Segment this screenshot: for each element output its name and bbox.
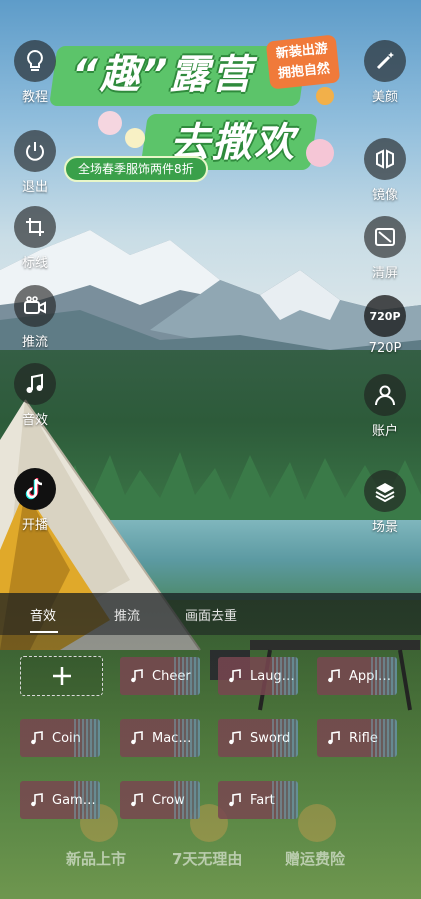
tutorial-label: 教程 (21, 90, 48, 105)
tab-sound-effects[interactable]: 音效 (30, 605, 56, 624)
mirror-label: 镜像 (371, 188, 398, 203)
music-note-icon (131, 731, 143, 745)
waveform (74, 781, 100, 819)
bg-tag-insurance: 赠运费险 (285, 850, 346, 868)
sound-effect-tile[interactable]: Sword (218, 719, 298, 757)
sound-effect-tile[interactable]: Rifle (317, 719, 397, 757)
bg-tag-new: 新品上市 (66, 850, 127, 868)
mirror-icon (364, 138, 406, 180)
waveform (174, 719, 200, 757)
account-label: 账户 (371, 424, 398, 439)
music-note-icon (31, 731, 43, 745)
bg-tag-return: 7天无理由 (172, 850, 243, 868)
music-note-icon (131, 669, 143, 683)
user-icon (364, 374, 406, 416)
account-button[interactable]: 账户 (355, 374, 415, 439)
stream-label: 推流 (21, 335, 48, 350)
tab-stream[interactable]: 推流 (114, 605, 140, 624)
resolution-button[interactable]: 720P 720P (355, 295, 415, 356)
sound-effect-tile[interactable]: Coin (20, 719, 100, 757)
mirror-button[interactable]: 镜像 (355, 138, 415, 203)
scene-button[interactable]: 场景 (355, 470, 415, 535)
resolution-icon: 720P (364, 295, 406, 337)
tiktok-icon (14, 468, 56, 510)
music-note-icon (31, 793, 43, 807)
beauty-button[interactable]: 美颜 (355, 40, 415, 105)
sound-effect-label: 音效 (21, 413, 48, 428)
promo-subtitle: 全场春季服饰两件8折 (64, 156, 208, 182)
waveform (174, 781, 200, 819)
go-live-button[interactable]: 开播 (5, 468, 65, 533)
music-note-icon (14, 363, 56, 405)
sound-effect-tile[interactable]: Fart (218, 781, 298, 819)
power-icon (14, 130, 56, 172)
music-note-icon (328, 669, 340, 683)
panel-tabs: 音效 推流 画面去重 (0, 593, 421, 635)
tab-dedupe[interactable]: 画面去重 (185, 605, 237, 624)
guideline-label: 标线 (21, 256, 48, 271)
resolution-label: 720P (368, 341, 402, 356)
guideline-button[interactable]: 标线 (5, 206, 65, 271)
promo-banner[interactable]: “趣”露营 去撒欢 新装出游 拥抱自然 全场春季服饰两件8折 (50, 28, 350, 188)
sound-effect-tile[interactable]: Mac… (120, 719, 200, 757)
magic-wand-icon (364, 40, 406, 82)
clear-screen-icon (364, 216, 406, 258)
music-note-icon (229, 793, 241, 807)
sound-effect-button[interactable]: 音效 (5, 363, 65, 428)
sound-effect-tile[interactable]: Crow (120, 781, 200, 819)
waveform (272, 719, 298, 757)
waveform (272, 781, 298, 819)
lightbulb-icon (14, 40, 56, 82)
stream-button[interactable]: 推流 (5, 285, 65, 350)
music-note-icon (229, 669, 241, 683)
waveform (174, 657, 200, 695)
waveform (371, 719, 397, 757)
exit-button[interactable]: 退出 (5, 130, 65, 195)
beauty-label: 美颜 (371, 90, 398, 105)
plus-icon (52, 667, 71, 685)
music-note-icon (328, 731, 340, 745)
clear-screen-button[interactable]: 清屏 (355, 216, 415, 281)
crop-grid-icon (14, 206, 56, 248)
waveform (74, 719, 100, 757)
sound-effect-tile[interactable]: Appl… (317, 657, 397, 695)
sound-effect-name: Fart (250, 792, 275, 808)
promo-title-line1: “趣”露营 (72, 52, 254, 98)
clear-screen-label: 清屏 (371, 266, 398, 281)
cart-icon (298, 804, 336, 842)
promo-badge: 新装出游 拥抱自然 (265, 34, 341, 90)
music-note-icon (229, 731, 241, 745)
video-camera-icon (14, 285, 56, 327)
exit-label: 退出 (21, 180, 48, 195)
waveform (272, 657, 298, 695)
music-note-icon (131, 793, 143, 807)
sound-effect-tile[interactable]: Gam… (20, 781, 100, 819)
scene-label: 场景 (371, 520, 398, 535)
waveform (371, 657, 397, 695)
sound-effect-tile[interactable]: Cheer (120, 657, 200, 695)
resolution-icon-text: 720P (369, 309, 401, 323)
go-live-label: 开播 (21, 518, 48, 533)
sound-effect-tile[interactable]: Laug… (218, 657, 298, 695)
active-tab-indicator (30, 631, 58, 633)
layers-icon (364, 470, 406, 512)
tutorial-button[interactable]: 教程 (5, 40, 65, 105)
add-sound-effect-button[interactable] (20, 656, 103, 696)
